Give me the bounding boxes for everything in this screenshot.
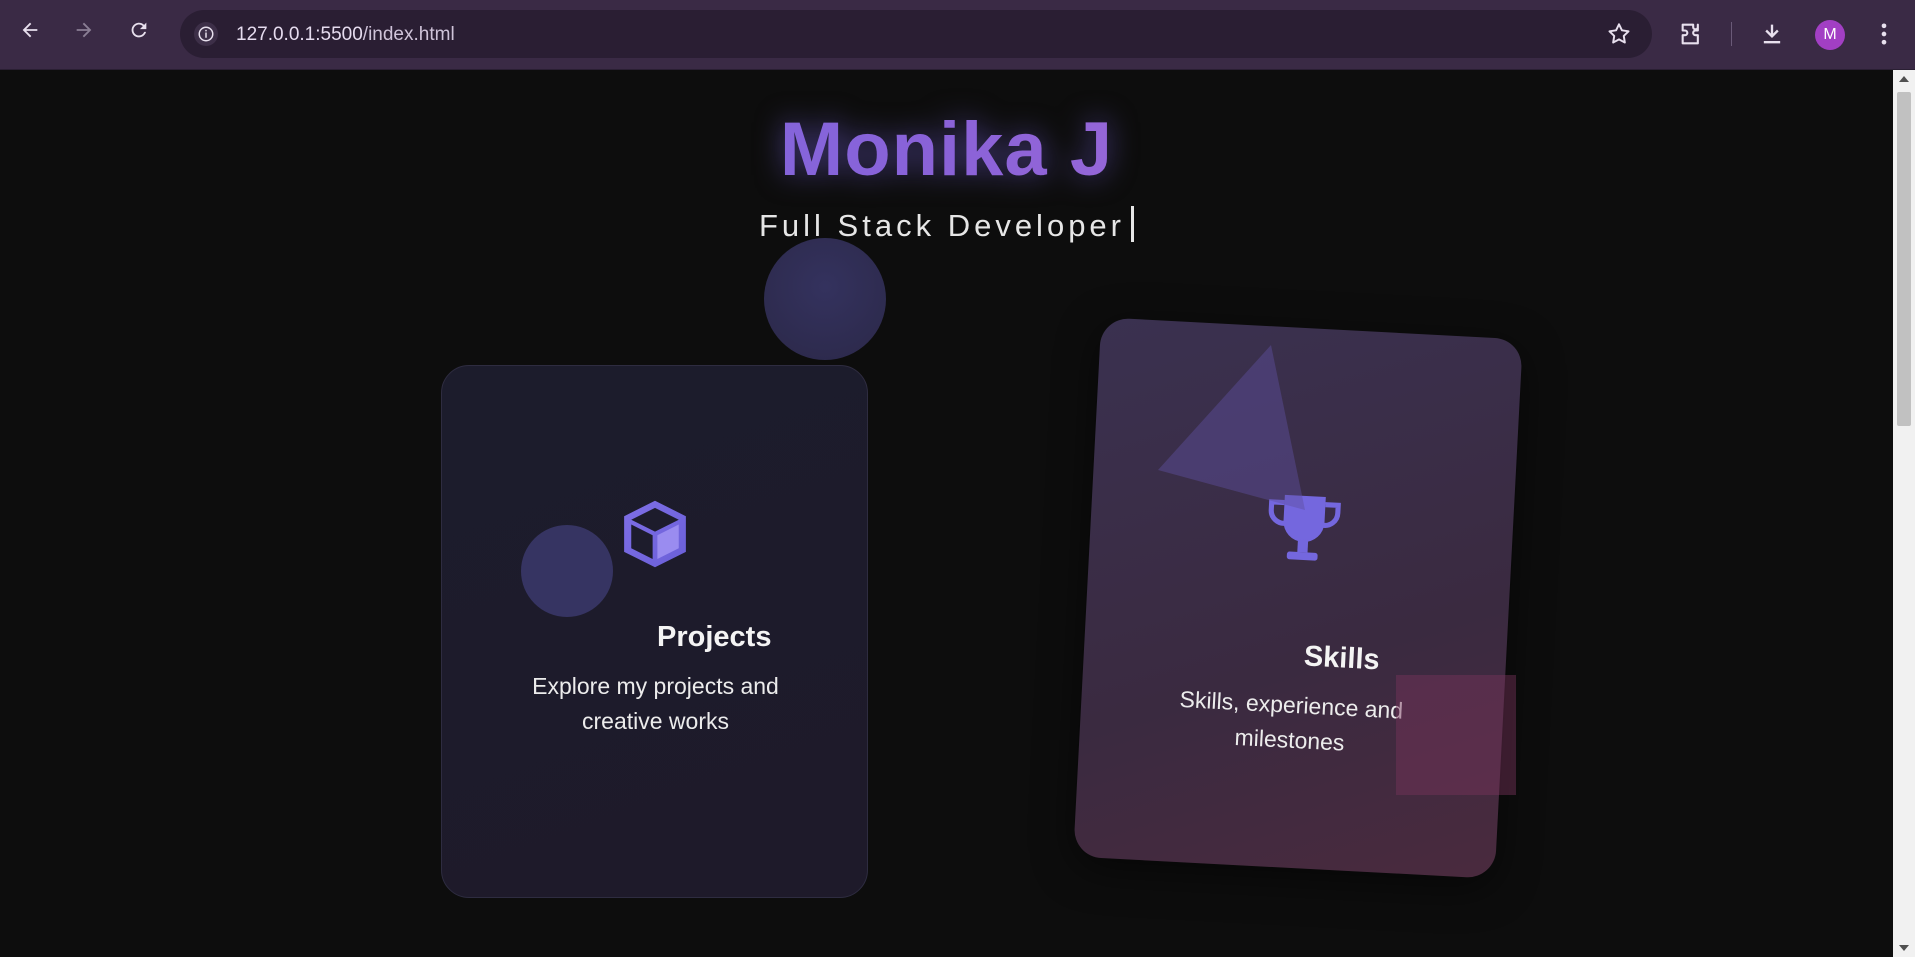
address-bar[interactable]: 127.0.0.1:5500/index.html	[180, 10, 1652, 58]
card-description-line: creative works	[582, 708, 729, 734]
projects-card[interactable]: Projects Explore my projects and creativ…	[441, 365, 868, 898]
url-path: /index.html	[362, 24, 455, 45]
card-description-line: Explore my projects and	[532, 673, 779, 699]
url-host: 127.0.0.1:5500	[236, 24, 363, 45]
browser-toolbar: 127.0.0.1:5500/index.html M	[0, 0, 1915, 70]
url-text[interactable]: 127.0.0.1:5500/index.html	[236, 24, 455, 46]
hero-subtitle: Full Stack Developer	[0, 206, 1893, 244]
scrollbar-thumb[interactable]	[1897, 92, 1911, 426]
site-info-icon[interactable]	[194, 22, 218, 46]
extensions-icon[interactable]	[1678, 20, 1706, 48]
card-title-projects: Projects	[657, 621, 772, 653]
vertical-scrollbar[interactable]	[1893, 70, 1915, 957]
scroll-up-arrow[interactable]	[1899, 76, 1909, 82]
hero-subtitle-text: Full Stack Developer	[758, 208, 1125, 243]
decorative-triangle	[1158, 345, 1305, 510]
decorative-square	[1396, 675, 1516, 795]
typing-cursor	[1131, 206, 1134, 242]
avatar[interactable]: M	[1815, 20, 1845, 50]
decorative-circle	[764, 238, 886, 360]
hero-title: Monika J	[0, 106, 1893, 193]
page-viewport: Monika J Full Stack Developer Projects E…	[0, 70, 1893, 957]
back-icon[interactable]	[17, 17, 43, 43]
avatar-initial: M	[1823, 26, 1837, 43]
cube-icon	[617, 496, 693, 577]
menu-icon[interactable]	[1870, 20, 1898, 48]
decorative-circle	[521, 525, 613, 617]
forward-icon[interactable]	[71, 17, 97, 43]
card-title-skills: Skills	[1303, 640, 1381, 677]
toolbar-divider	[1731, 22, 1732, 46]
download-icon[interactable]	[1758, 20, 1786, 48]
scroll-down-arrow[interactable]	[1899, 945, 1909, 951]
card-description-projects: Explore my projects and creative works	[492, 669, 819, 739]
bookmark-star-icon[interactable]	[1606, 21, 1632, 47]
reload-icon[interactable]	[126, 17, 152, 43]
